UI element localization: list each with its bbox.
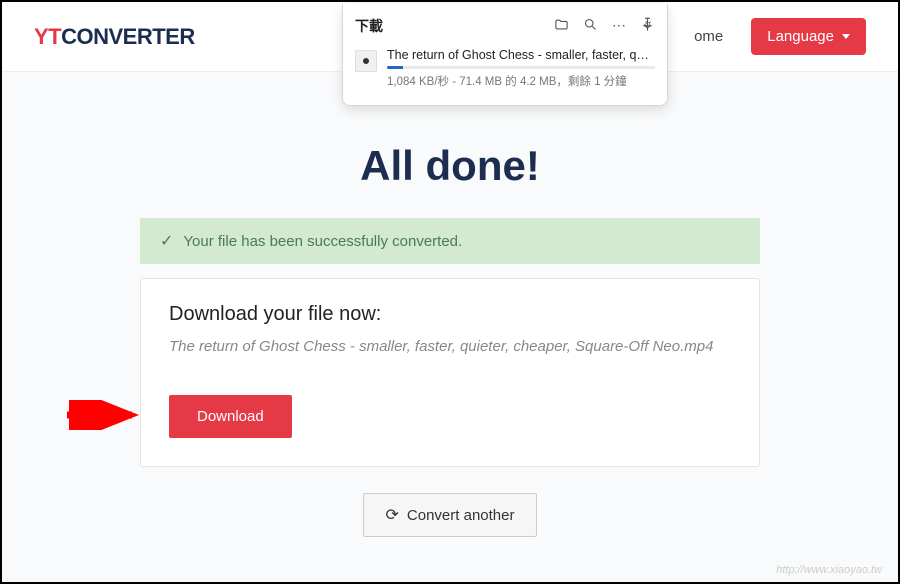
header-right: ome Language — [694, 18, 866, 55]
convert-another-button[interactable]: ⟳ Convert another — [363, 493, 538, 537]
download-progress-bar — [387, 66, 655, 69]
success-message: Your file has been successfully converte… — [183, 233, 462, 250]
download-button[interactable]: Download — [169, 395, 292, 438]
check-icon: ✓ — [160, 231, 173, 251]
filename-text: The return of Ghost Chess - smaller, fas… — [169, 338, 731, 355]
download-popup-title: 下載 — [355, 16, 383, 36]
refresh-icon: ⟳ — [386, 505, 399, 525]
download-card: Download your file now: The return of Gh… — [140, 278, 760, 467]
success-banner: ✓ Your file has been successfully conver… — [140, 218, 760, 264]
pin-icon[interactable] — [640, 17, 655, 35]
browser-download-popup: 下載 ⋯ The return of Ghost Chess - smaller… — [342, 4, 668, 106]
download-filename: The return of Ghost Chess - smaller, fas… — [387, 48, 655, 62]
nav-home[interactable]: ome — [694, 28, 723, 45]
search-icon[interactable] — [583, 17, 598, 35]
download-progress-fill — [387, 66, 403, 69]
download-popup-toolbar: ⋯ — [554, 17, 655, 35]
folder-icon[interactable] — [554, 17, 569, 35]
download-item[interactable]: The return of Ghost Chess - smaller, fas… — [355, 44, 655, 93]
download-popup-header: 下載 ⋯ — [355, 12, 655, 44]
language-button[interactable]: Language — [751, 18, 866, 55]
watermark: http://www.xiaoyao.tw — [776, 564, 882, 576]
language-label: Language — [767, 28, 834, 45]
logo-prefix: YT — [34, 24, 61, 49]
download-heading: Download your file now: — [169, 303, 731, 326]
download-status: 1,084 KB/秒 - 71.4 MB 的 4.2 MB，剩餘 1 分鐘 — [387, 73, 655, 89]
arrow-annotation — [62, 400, 152, 430]
main-content: All done! ✓ Your file has been successfu… — [2, 72, 898, 567]
more-icon[interactable]: ⋯ — [612, 17, 626, 35]
caret-down-icon — [842, 34, 850, 39]
logo-suffix: CONVERTER — [61, 24, 195, 49]
page-title: All done! — [360, 142, 540, 190]
download-info: The return of Ghost Chess - smaller, fas… — [387, 48, 655, 89]
convert-another-label: Convert another — [407, 507, 515, 524]
download-thumbnail — [355, 50, 377, 72]
logo: YTCONVERTER — [34, 24, 195, 50]
